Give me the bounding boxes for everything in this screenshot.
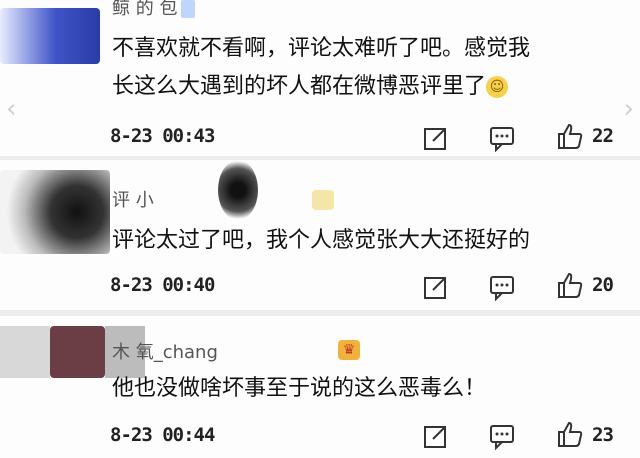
like-count: 20 bbox=[592, 274, 614, 296]
avatar-overlay bbox=[218, 160, 258, 220]
member-badge-icon bbox=[312, 190, 334, 210]
comment-text: 不喜欢就不看啊，评论太难听了吧。感觉我 长这么大遇到的坏人都在微博恶评里了 ☺ bbox=[112, 30, 530, 106]
reply-icon[interactable] bbox=[488, 124, 516, 152]
share-icon[interactable] bbox=[422, 124, 450, 152]
comment-text-line: 长这么大遇到的坏人都在微博恶评里了 bbox=[112, 74, 487, 99]
smile-emoji-icon: ☺ bbox=[486, 76, 509, 98]
comment-author-name[interactable]: 鲸 的 包 bbox=[112, 0, 196, 20]
comment-author-name[interactable]: 评 小 bbox=[112, 186, 154, 212]
avatar[interactable] bbox=[0, 170, 110, 254]
reply-icon[interactable] bbox=[488, 422, 516, 450]
like-icon[interactable] bbox=[556, 420, 584, 448]
avatar-left-block bbox=[0, 326, 50, 378]
avatar[interactable] bbox=[50, 326, 105, 378]
chevron-right-icon[interactable]: › bbox=[624, 94, 634, 124]
avatar[interactable] bbox=[0, 8, 100, 64]
comment-timestamp: 8-23 00:40 bbox=[110, 274, 215, 296]
like-count: 22 bbox=[592, 125, 614, 147]
like-icon[interactable] bbox=[556, 122, 584, 150]
crown-badge-icon: ♛ bbox=[338, 340, 360, 360]
reply-icon[interactable] bbox=[488, 273, 516, 301]
chevron-left-icon[interactable]: ‹ bbox=[6, 94, 16, 124]
comment-text: 评论太过了吧，我个人感觉张大大还挺好的 bbox=[112, 228, 531, 253]
comment-timestamp: 8-23 00:44 bbox=[110, 424, 215, 446]
like-count: 23 bbox=[592, 424, 614, 446]
comment-text: 他也没做啥坏事至于说的这么恶毒么！ bbox=[112, 376, 487, 401]
comment-author-name[interactable]: 木 氧_chang bbox=[112, 338, 218, 364]
verified-badge-icon bbox=[181, 0, 196, 18]
share-icon[interactable] bbox=[422, 422, 450, 450]
comment-timestamp: 8-23 00:43 bbox=[110, 125, 215, 147]
like-icon[interactable] bbox=[556, 271, 584, 299]
share-icon[interactable] bbox=[422, 273, 450, 301]
comment-text-line: 不喜欢就不看啊，评论太难听了吧。感觉我 bbox=[112, 36, 531, 61]
